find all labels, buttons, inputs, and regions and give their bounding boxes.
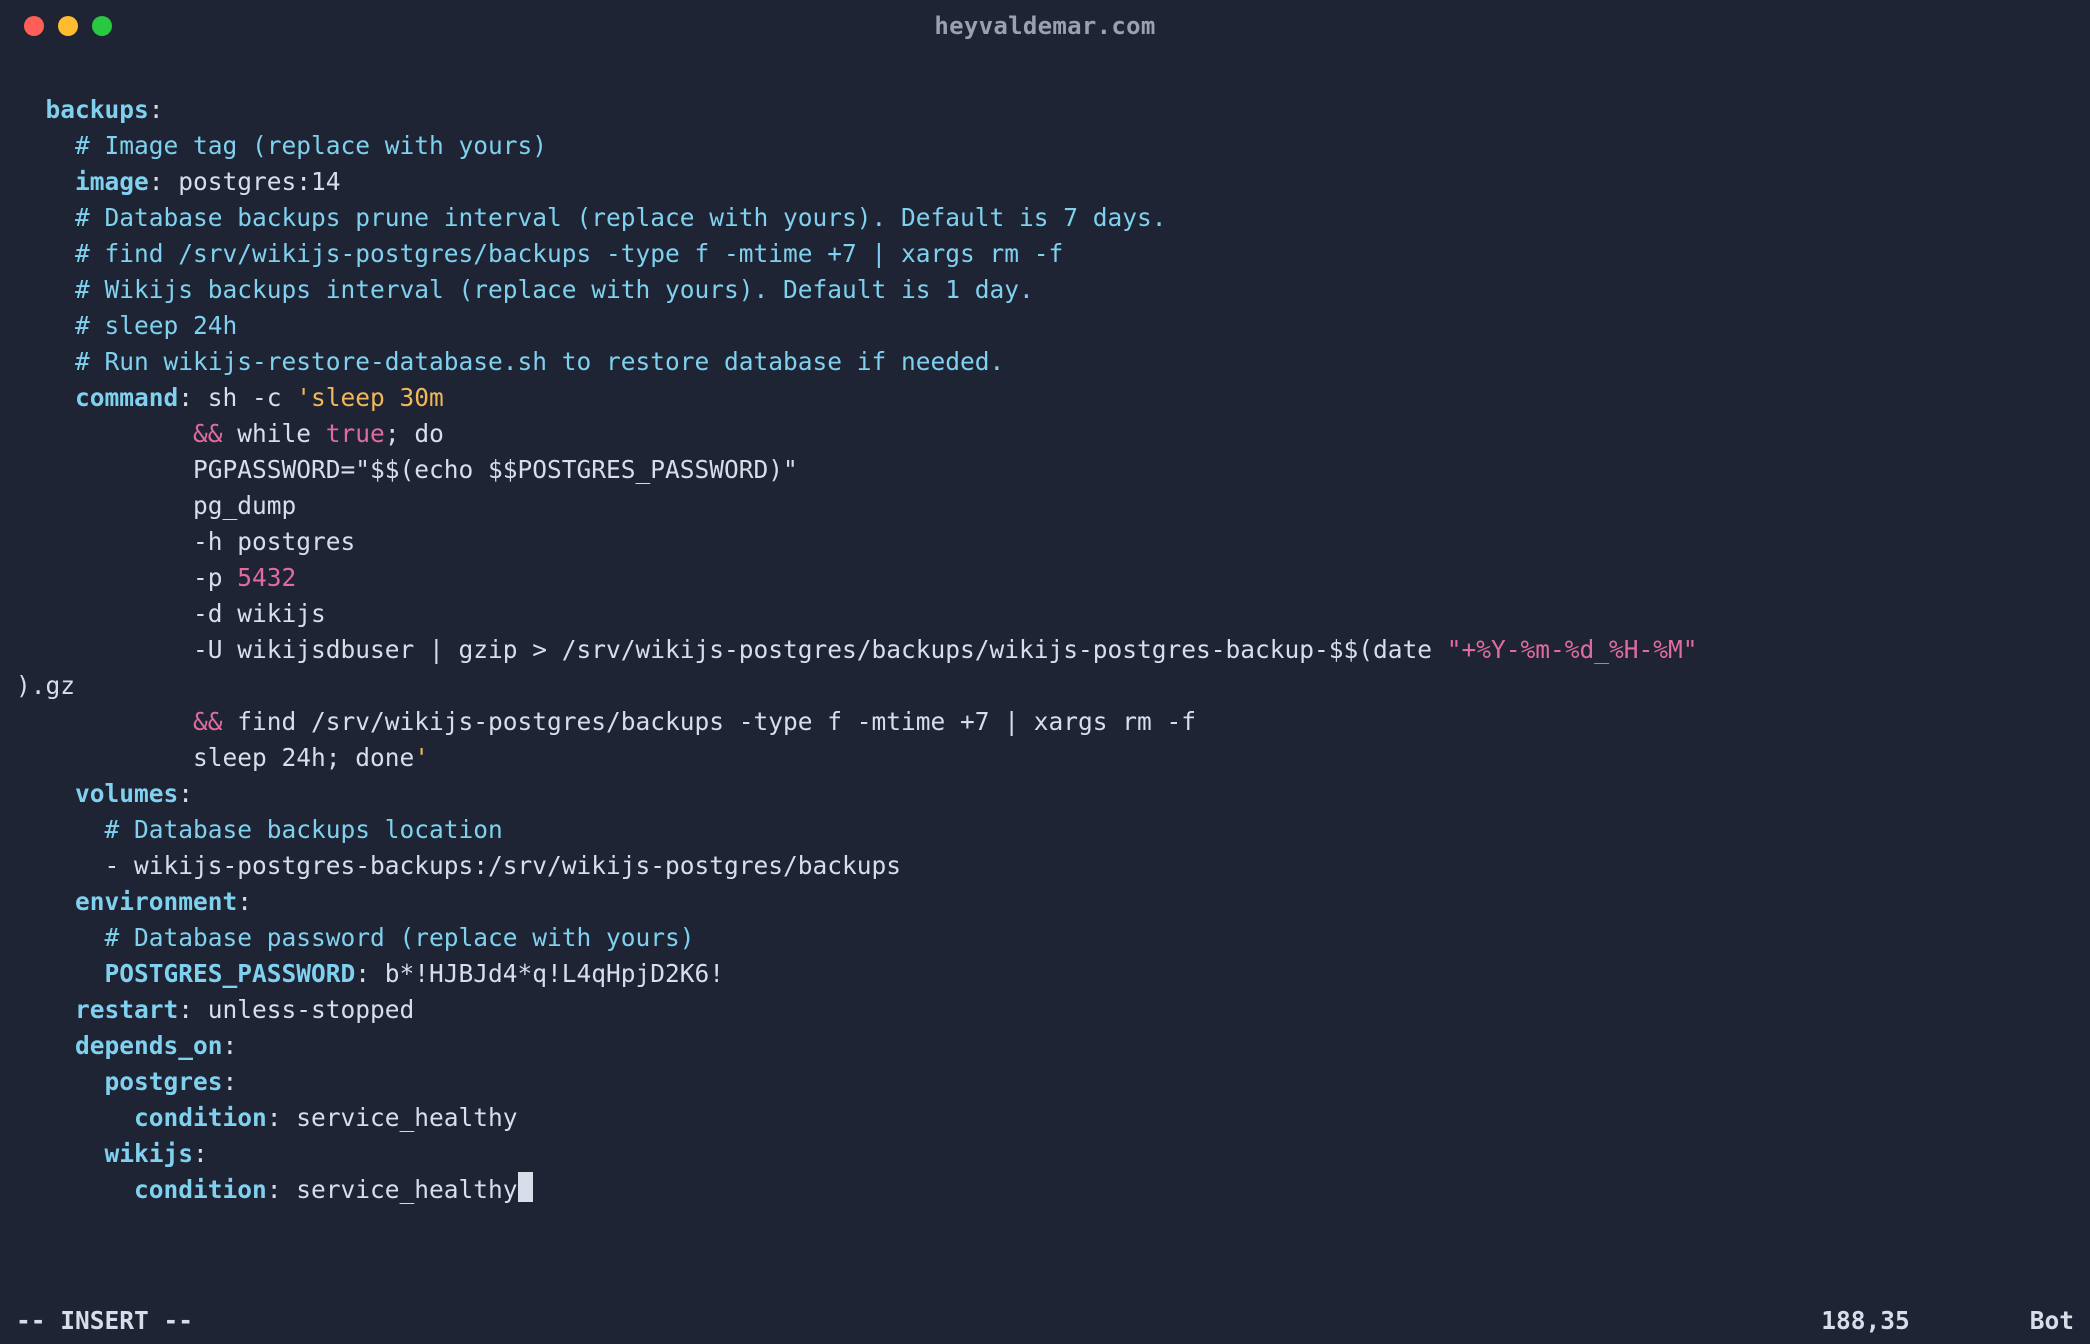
titlebar: heyvaldemar.com <box>0 0 2090 52</box>
code-line: pg_dump <box>16 488 2074 524</box>
code-line: condition: service_healthy <box>16 1172 2074 1208</box>
code-line: postgres: <box>16 1064 2074 1100</box>
code-token: : <box>178 779 193 808</box>
code-token: image <box>75 167 149 196</box>
cursor-block <box>518 1172 533 1202</box>
code-line: POSTGRES_PASSWORD: b*!HJBJd4*q!L4qHpjD2K… <box>16 956 2074 992</box>
code-token: ' <box>414 743 429 772</box>
code-token: : service_healthy <box>267 1175 518 1204</box>
code-token: : unless-stopped <box>178 995 414 1024</box>
code-token: backups <box>46 95 149 124</box>
code-line: # Database password (replace with yours) <box>16 920 2074 956</box>
code-line: wikijs: <box>16 1136 2074 1172</box>
code-token: -h postgres <box>193 527 355 556</box>
code-token: restart <box>75 995 178 1024</box>
code-line: && find /srv/wikijs-postgres/backups -ty… <box>16 704 2074 740</box>
zoom-icon[interactable] <box>92 16 112 36</box>
code-line: condition: service_healthy <box>16 1100 2074 1136</box>
code-line: volumes: <box>16 776 2074 812</box>
code-token: postgres <box>105 1067 223 1096</box>
code-token: && <box>193 419 223 448</box>
code-line: # Wikijs backups interval (replace with … <box>16 272 2074 308</box>
code-line: - wikijs-postgres-backups:/srv/wikijs-po… <box>16 848 2074 884</box>
code-token: volumes <box>75 779 178 808</box>
code-token: : <box>149 95 164 124</box>
code-token: condition <box>134 1103 267 1132</box>
code-line: sleep 24h; done' <box>16 740 2074 776</box>
close-icon[interactable] <box>24 16 44 36</box>
code-line: -p 5432 <box>16 560 2074 596</box>
minimize-icon[interactable] <box>58 16 78 36</box>
code-line: # Database backups location <box>16 812 2074 848</box>
code-line: # Run wikijs-restore-database.sh to rest… <box>16 344 2074 380</box>
code-line: && while true; do <box>16 416 2074 452</box>
code-token: : <box>237 887 252 916</box>
code-token: : sh -c <box>178 383 296 412</box>
code-line: # sleep 24h <box>16 308 2074 344</box>
code-token: environment <box>75 887 237 916</box>
code-token: - wikijs-postgres-backups:/srv/wikijs-po… <box>105 851 902 880</box>
code-token: -p <box>193 563 237 592</box>
code-line: # find /srv/wikijs-postgres/backups -typ… <box>16 236 2074 272</box>
code-token: : b*!HJBJd4*q!L4qHpjD2K6! <box>355 959 724 988</box>
code-token: POSTGRES_PASSWORD <box>105 959 356 988</box>
editor-area[interactable]: backups: # Image tag (replace with yours… <box>0 52 2090 1304</box>
code-token: -d wikijs <box>193 599 326 628</box>
vim-mode: -- INSERT -- <box>16 1306 193 1335</box>
code-token: condition <box>134 1175 267 1204</box>
code-line: # Database backups prune interval (repla… <box>16 200 2074 236</box>
code-token: pg_dump <box>193 491 296 520</box>
code-token: : postgres:14 <box>149 167 341 196</box>
code-token: true <box>326 419 385 448</box>
code-token: # Database backups prune interval (repla… <box>75 203 1167 232</box>
traffic-lights <box>24 16 112 36</box>
code-token: ; do <box>385 419 444 448</box>
code-token: while <box>223 419 326 448</box>
code-token: -U wikijsdbuser | gzip > /srv/wikijs-pos… <box>193 635 1447 664</box>
code-token: depends_on <box>75 1031 223 1060</box>
code-token: # Database backups location <box>105 815 503 844</box>
code-token: find /srv/wikijs-postgres/backups -type … <box>223 707 1197 736</box>
code-token: wikijs <box>105 1139 194 1168</box>
code-line: -d wikijs <box>16 596 2074 632</box>
cursor-position: 188,35 <box>1821 1306 1910 1335</box>
scroll-indicator: Bot <box>2030 1306 2074 1335</box>
code-line: backups: <box>16 92 2074 128</box>
code-token: "+%Y-%m-%d_%H-%M" <box>1447 635 1698 664</box>
code-token: 5432 <box>237 563 296 592</box>
code-line: depends_on: <box>16 1028 2074 1064</box>
code-token: && <box>193 707 223 736</box>
code-token: # Wikijs backups interval (replace with … <box>75 275 1034 304</box>
code-token: # Image tag (replace with yours) <box>75 131 547 160</box>
code-token: 'sleep 30m <box>296 383 444 412</box>
code-line: -h postgres <box>16 524 2074 560</box>
code-token: # Database password (replace with yours) <box>105 923 695 952</box>
code-token: : service_healthy <box>267 1103 518 1132</box>
code-line: PGPASSWORD="$$(echo $$POSTGRES_PASSWORD)… <box>16 452 2074 488</box>
code-line: # Image tag (replace with yours) <box>16 128 2074 164</box>
code-line: command: sh -c 'sleep 30m <box>16 380 2074 416</box>
code-token: # Run wikijs-restore-database.sh to rest… <box>75 347 1004 376</box>
code-token: # find /srv/wikijs-postgres/backups -typ… <box>75 239 1063 268</box>
code-token: sleep 24h; done <box>193 743 414 772</box>
code-token: : <box>223 1031 238 1060</box>
code-line: restart: unless-stopped <box>16 992 2074 1028</box>
code-token: command <box>75 383 178 412</box>
code-line: -U wikijsdbuser | gzip > /srv/wikijs-pos… <box>16 632 2074 668</box>
vim-statusbar: -- INSERT -- 188,35 Bot <box>0 1304 2090 1344</box>
code-token: # sleep 24h <box>75 311 237 340</box>
code-token: PGPASSWORD="$$(echo $$POSTGRES_PASSWORD)… <box>193 455 798 484</box>
code-token: : <box>223 1067 238 1096</box>
window-title: heyvaldemar.com <box>934 12 1155 40</box>
code-line: ).gz <box>16 668 2074 704</box>
code-line: image: postgres:14 <box>16 164 2074 200</box>
code-line: environment: <box>16 884 2074 920</box>
code-token: ).gz <box>16 671 75 700</box>
code-token: : <box>193 1139 208 1168</box>
terminal-window: heyvaldemar.com backups: # Image tag (re… <box>0 0 2090 1344</box>
